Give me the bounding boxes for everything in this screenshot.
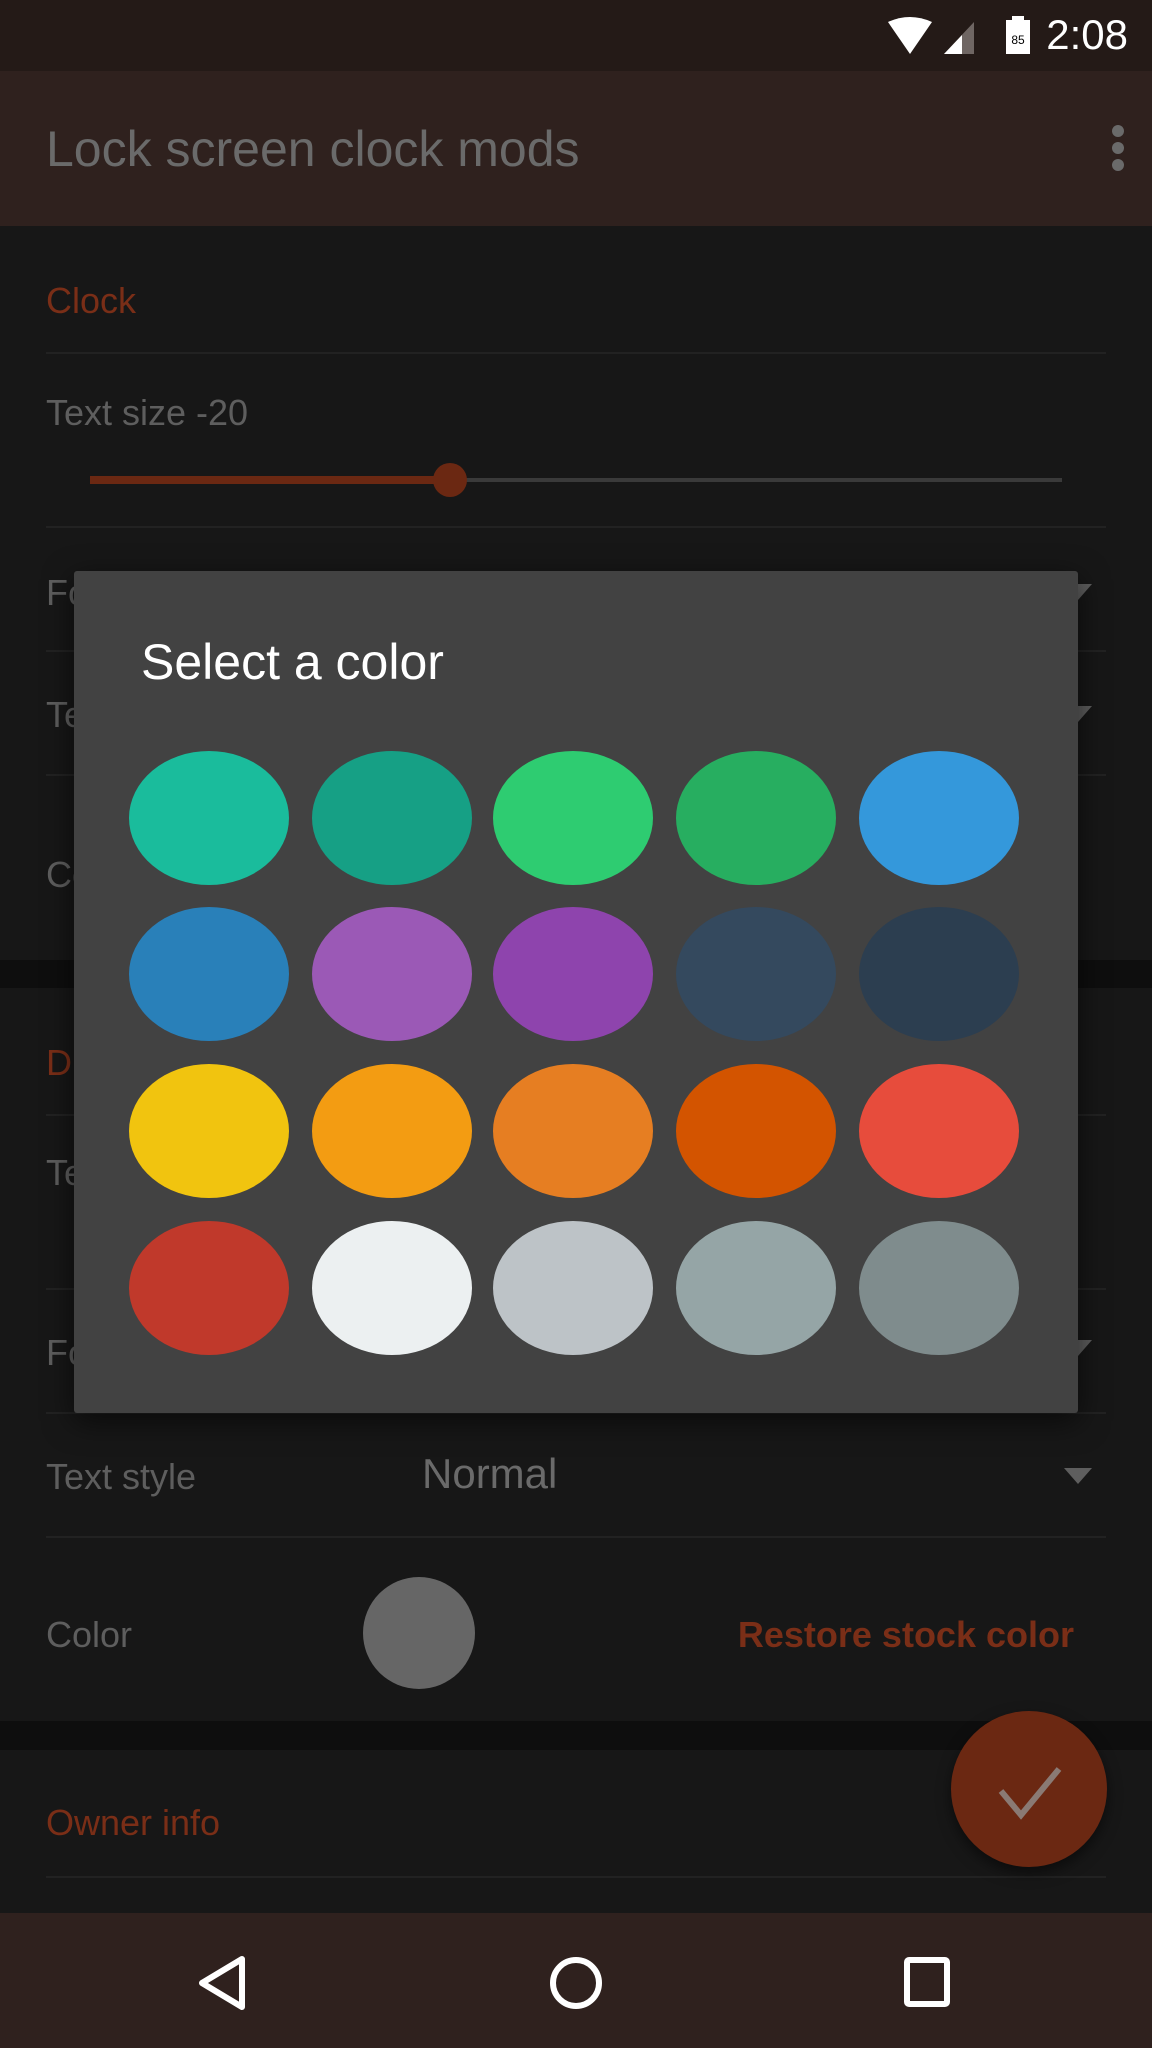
dialog-title: Select a color bbox=[141, 634, 444, 690]
status-icons: 85 bbox=[888, 16, 1030, 54]
app-bar: Lock screen clock mods bbox=[0, 71, 1152, 226]
color-swatch-option[interactable] bbox=[859, 751, 1019, 885]
color-swatch-option[interactable] bbox=[129, 751, 289, 885]
color-swatch-option[interactable] bbox=[129, 1064, 289, 1198]
svg-text:85: 85 bbox=[1011, 33, 1025, 47]
confirm-fab[interactable] bbox=[951, 1711, 1107, 1867]
text-size-slider[interactable] bbox=[90, 463, 1062, 497]
color-swatch-option[interactable] bbox=[859, 1221, 1019, 1355]
color-swatch-option[interactable] bbox=[129, 907, 289, 1041]
color-swatch-option[interactable] bbox=[676, 1064, 836, 1198]
check-icon bbox=[998, 1767, 1062, 1820]
text-style-dropdown[interactable]: Normal bbox=[422, 1450, 557, 1498]
color-swatch-option[interactable] bbox=[312, 1064, 472, 1198]
text-size-label: Text size -20 bbox=[46, 392, 249, 433]
wifi-icon bbox=[888, 17, 932, 54]
status-bar: 85 2:08 bbox=[0, 0, 1152, 71]
page-title: Lock screen clock mods bbox=[46, 121, 580, 177]
color-swatch-option[interactable] bbox=[676, 907, 836, 1041]
color-swatch-option[interactable] bbox=[312, 907, 472, 1041]
section-header-clock: Clock bbox=[46, 280, 137, 321]
status-time: 2:08 bbox=[1046, 11, 1128, 58]
slider-thumb[interactable] bbox=[432, 463, 467, 497]
color-swatch-option[interactable] bbox=[493, 751, 653, 885]
color-swatch-option[interactable] bbox=[676, 751, 836, 885]
nav-bar bbox=[0, 1913, 1152, 2048]
color-swatch-option[interactable] bbox=[859, 907, 1019, 1041]
divider bbox=[46, 1536, 1106, 1538]
section-header-date: D bbox=[46, 1042, 72, 1083]
color-swatch-option[interactable] bbox=[493, 907, 653, 1041]
home-icon[interactable] bbox=[548, 1955, 604, 2011]
color-swatch-option[interactable] bbox=[493, 1221, 653, 1355]
divider bbox=[46, 352, 1106, 354]
dropdown-arrow-icon[interactable] bbox=[1064, 1468, 1092, 1484]
divider bbox=[46, 1876, 1106, 1878]
color-picker-dialog: Select a color bbox=[74, 571, 1078, 1413]
color-swatch-option[interactable] bbox=[312, 1221, 472, 1355]
color-swatch[interactable] bbox=[363, 1577, 475, 1689]
back-icon[interactable] bbox=[196, 1955, 250, 2011]
color-swatch-option[interactable] bbox=[676, 1221, 836, 1355]
recents-icon[interactable] bbox=[904, 1957, 950, 2009]
color-swatch-option[interactable] bbox=[859, 1064, 1019, 1198]
color-label: Color bbox=[46, 1614, 133, 1655]
text-style-label: Text style bbox=[46, 1456, 197, 1497]
more-vert-icon[interactable] bbox=[1112, 125, 1126, 171]
color-swatch-option[interactable] bbox=[129, 1221, 289, 1355]
divider bbox=[46, 526, 1106, 528]
color-swatch-option[interactable] bbox=[493, 1064, 653, 1198]
section-header-owner-info: Owner info bbox=[46, 1802, 221, 1843]
color-swatch-option[interactable] bbox=[312, 751, 472, 885]
restore-stock-color-button[interactable]: Restore stock color bbox=[738, 1614, 1074, 1656]
